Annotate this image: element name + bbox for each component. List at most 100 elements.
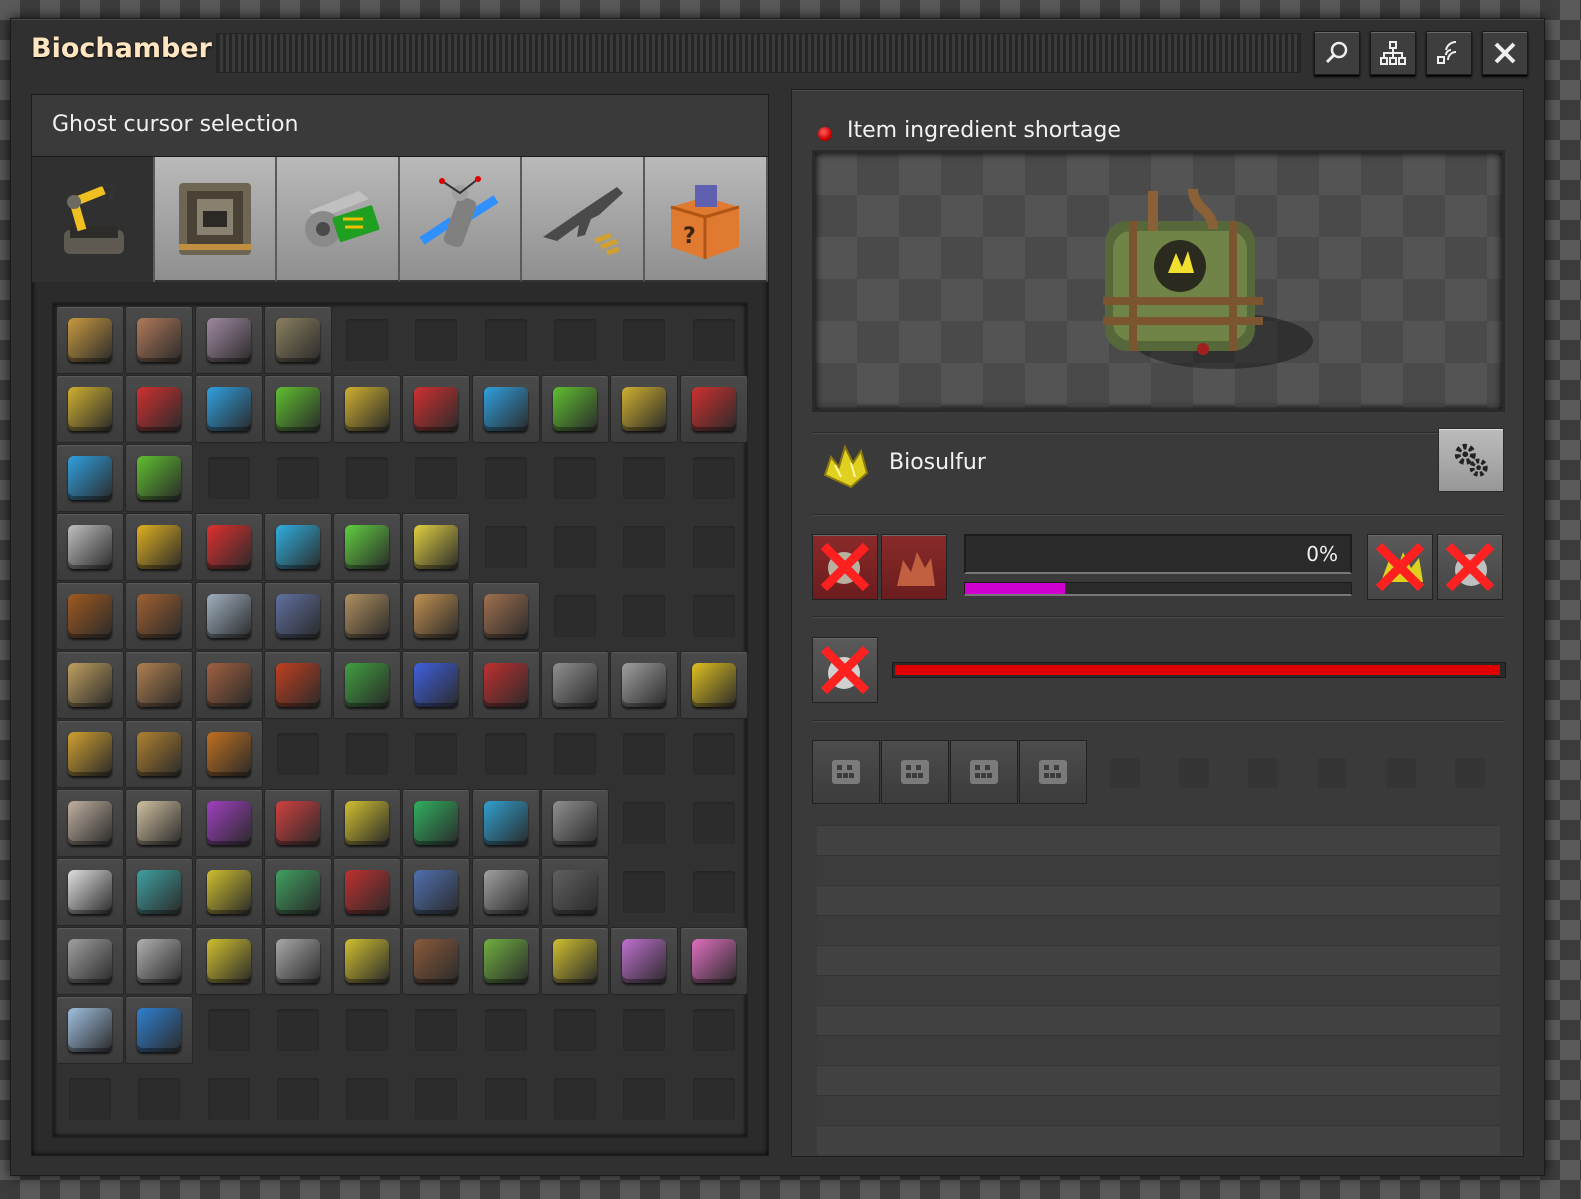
item-slot[interactable]	[541, 651, 610, 719]
empty-slot[interactable]	[333, 306, 401, 374]
item-slot[interactable]	[679, 651, 748, 719]
empty-slot[interactable]	[472, 513, 540, 581]
empty-slot[interactable]	[402, 996, 470, 1064]
item-slot[interactable]	[263, 858, 332, 926]
item-slot[interactable]	[541, 858, 610, 926]
item-slot[interactable]	[471, 789, 540, 857]
item-slot[interactable]	[679, 375, 748, 443]
item-slot[interactable]	[125, 306, 194, 374]
item-slot[interactable]	[333, 582, 402, 650]
search-button[interactable]	[1314, 31, 1360, 75]
empty-slot[interactable]	[680, 1065, 748, 1133]
empty-slot[interactable]	[541, 513, 609, 581]
item-slot[interactable]	[402, 927, 471, 995]
empty-slot[interactable]	[610, 444, 678, 512]
tab-combat[interactable]	[522, 157, 645, 282]
item-slot[interactable]	[471, 375, 540, 443]
item-slot[interactable]	[263, 375, 332, 443]
empty-slot[interactable]	[610, 858, 678, 926]
item-slot[interactable]	[56, 444, 124, 512]
empty-slot[interactable]	[541, 996, 609, 1064]
item-slot[interactable]	[56, 927, 124, 995]
drag-handle[interactable]	[216, 33, 1301, 73]
item-slot[interactable]	[263, 789, 332, 857]
item-slot[interactable]	[125, 789, 194, 857]
item-slot[interactable]	[194, 582, 263, 650]
empty-slot[interactable]	[472, 1065, 540, 1133]
item-slot[interactable]	[610, 927, 679, 995]
empty-slot[interactable]	[264, 1065, 332, 1133]
wireless-button[interactable]	[1426, 31, 1472, 75]
item-slot[interactable]	[333, 789, 402, 857]
close-button[interactable]	[1482, 31, 1528, 75]
empty-slot[interactable]	[680, 582, 748, 650]
item-slot[interactable]	[56, 513, 124, 581]
item-slot[interactable]	[125, 927, 194, 995]
item-slot[interactable]	[679, 927, 748, 995]
item-slot[interactable]	[194, 858, 263, 926]
empty-slot[interactable]	[333, 1065, 401, 1133]
empty-slot[interactable]	[264, 444, 332, 512]
item-slot[interactable]	[56, 996, 124, 1064]
item-slot[interactable]	[541, 789, 610, 857]
ingredient-slot-missing[interactable]	[812, 534, 878, 600]
item-slot[interactable]	[125, 375, 194, 443]
empty-slot[interactable]	[610, 513, 678, 581]
item-slot[interactable]	[402, 582, 471, 650]
tab-intermediate-products[interactable]	[277, 157, 400, 282]
item-slot[interactable]	[125, 651, 194, 719]
entity-preview[interactable]	[812, 150, 1505, 412]
item-slot[interactable]	[471, 858, 540, 926]
module-slot[interactable]	[1019, 740, 1087, 804]
item-slot[interactable]	[402, 651, 471, 719]
item-slot[interactable]	[333, 858, 402, 926]
item-slot[interactable]	[263, 582, 332, 650]
ingredient-slot-spoilage[interactable]	[881, 534, 947, 600]
empty-slot[interactable]	[680, 306, 748, 374]
module-slot[interactable]	[812, 740, 880, 804]
item-slot[interactable]	[333, 375, 402, 443]
tech-tree-button[interactable]	[1370, 31, 1416, 75]
empty-slot[interactable]	[333, 720, 401, 788]
empty-slot[interactable]	[264, 996, 332, 1064]
empty-slot[interactable]	[610, 582, 678, 650]
empty-slot[interactable]	[610, 789, 678, 857]
tab-logistics[interactable]	[32, 157, 155, 282]
recipe-settings-button[interactable]	[1438, 428, 1504, 492]
empty-slot[interactable]	[333, 996, 401, 1064]
item-slot[interactable]	[125, 582, 194, 650]
item-slot[interactable]	[471, 582, 540, 650]
item-slot[interactable]	[56, 651, 124, 719]
result-slot-biosulfur[interactable]	[1367, 534, 1433, 600]
empty-slot[interactable]	[680, 996, 748, 1064]
empty-slot[interactable]	[472, 996, 540, 1064]
item-slot[interactable]	[56, 375, 124, 443]
item-slot[interactable]	[125, 858, 194, 926]
item-slot[interactable]	[610, 375, 679, 443]
empty-slot[interactable]	[541, 1065, 609, 1133]
empty-slot[interactable]	[472, 720, 540, 788]
empty-slot[interactable]	[680, 858, 748, 926]
empty-slot[interactable]	[402, 720, 470, 788]
empty-slot[interactable]	[472, 306, 540, 374]
empty-slot[interactable]	[333, 444, 401, 512]
item-slot[interactable]	[333, 927, 402, 995]
empty-slot[interactable]	[610, 1065, 678, 1133]
item-slot[interactable]	[402, 789, 471, 857]
item-slot[interactable]	[125, 720, 194, 788]
item-slot[interactable]	[194, 789, 263, 857]
item-slot[interactable]	[333, 651, 402, 719]
item-slot[interactable]	[56, 720, 124, 788]
item-slot[interactable]	[194, 927, 263, 995]
item-slot[interactable]	[56, 582, 124, 650]
empty-slot[interactable]	[680, 789, 748, 857]
item-slot[interactable]	[263, 513, 332, 581]
tab-unsorted[interactable]: ?	[644, 157, 768, 282]
tab-space[interactable]	[399, 157, 523, 282]
item-slot[interactable]	[263, 927, 332, 995]
empty-slot[interactable]	[402, 1065, 470, 1133]
empty-slot[interactable]	[541, 582, 609, 650]
item-slot[interactable]	[471, 927, 540, 995]
empty-slot[interactable]	[195, 996, 263, 1064]
empty-slot[interactable]	[541, 306, 609, 374]
